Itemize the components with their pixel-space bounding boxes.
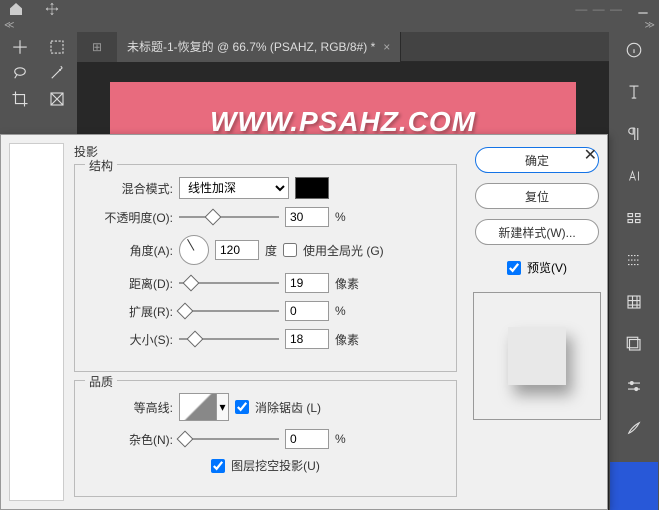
- dialog-title: 投影: [74, 143, 457, 160]
- shadow-color-swatch[interactable]: [295, 177, 329, 199]
- lasso-tool[interactable]: [2, 60, 38, 86]
- swatches-icon[interactable]: [620, 288, 648, 316]
- paragraph-icon[interactable]: [620, 120, 648, 148]
- opacity-input[interactable]: [285, 207, 329, 227]
- preview-thumbnail: [508, 327, 566, 385]
- adjustments-icon[interactable]: [620, 372, 648, 400]
- angle-unit: 度: [265, 242, 277, 259]
- color-swatch[interactable]: [610, 462, 658, 510]
- knockout-label: 图层挖空投影(U): [231, 457, 320, 474]
- angle-input[interactable]: [215, 240, 259, 260]
- antialias-label: 消除锯齿 (L): [255, 399, 321, 416]
- chevron-down-icon[interactable]: ▾: [217, 393, 229, 421]
- quality-fieldset: 品质 等高线: ▾ 消除锯齿 (L) 杂色(N): %: [74, 380, 457, 497]
- spread-label: 扩展(R):: [85, 303, 173, 320]
- ok-button[interactable]: 确定: [475, 147, 599, 173]
- tab-options-icon[interactable]: ⊞: [77, 32, 117, 62]
- angle-dial[interactable]: [179, 235, 209, 265]
- preview-label: 预览(V): [527, 259, 567, 276]
- opacity-slider[interactable]: [179, 210, 279, 224]
- layer-style-dialog: ✕ 投影 结构 混合模式: 线性加深 不透明度(O): % 角度(A: [0, 134, 608, 510]
- size-input[interactable]: [285, 329, 329, 349]
- antialias-checkbox[interactable]: [235, 400, 249, 414]
- chevron-left-icon[interactable]: ≪: [4, 20, 14, 31]
- size-slider[interactable]: [179, 332, 279, 346]
- noise-input[interactable]: [285, 429, 329, 449]
- history-icon[interactable]: [620, 246, 648, 274]
- size-label: 大小(S):: [85, 331, 173, 348]
- global-light-label: 使用全局光 (G): [303, 242, 384, 259]
- align-icon[interactable]: [620, 204, 648, 232]
- chevron-right-icon[interactable]: ≫: [645, 20, 655, 31]
- distance-slider[interactable]: [179, 276, 279, 290]
- marquee-tool[interactable]: [39, 34, 75, 60]
- spread-unit: %: [335, 304, 346, 318]
- minimize-icon[interactable]: [635, 1, 651, 17]
- distance-label: 距离(D):: [85, 275, 173, 292]
- wand-tool[interactable]: [39, 60, 75, 86]
- frame-tool[interactable]: [39, 86, 75, 112]
- move-cross-icon[interactable]: [44, 1, 60, 17]
- new-style-button[interactable]: 新建样式(W)...: [475, 219, 599, 245]
- contour-swatch[interactable]: [179, 393, 217, 421]
- quality-label: 品质: [85, 373, 117, 390]
- preview-checkbox[interactable]: [507, 261, 521, 275]
- spread-input[interactable]: [285, 301, 329, 321]
- noise-label: 杂色(N):: [85, 431, 173, 448]
- knockout-checkbox[interactable]: [211, 459, 225, 473]
- preview-box: [473, 292, 601, 420]
- app-topbar: — — —: [0, 0, 659, 18]
- opacity-unit: %: [335, 210, 346, 224]
- noise-slider[interactable]: [179, 432, 279, 446]
- distance-unit: 像素: [335, 275, 359, 292]
- structure-label: 结构: [85, 157, 117, 174]
- opacity-label: 不透明度(O):: [85, 209, 173, 226]
- info-icon[interactable]: [620, 36, 648, 64]
- right-panel: [609, 32, 659, 510]
- style-list[interactable]: [9, 143, 64, 501]
- noise-unit: %: [335, 432, 346, 446]
- spread-slider[interactable]: [179, 304, 279, 318]
- structure-fieldset: 结构 混合模式: 线性加深 不透明度(O): % 角度(A): 度: [74, 164, 457, 372]
- blend-mode-label: 混合模式:: [85, 180, 173, 197]
- brush-icon[interactable]: [620, 414, 648, 442]
- tab-title: 未标题-1-恢复的 @ 66.7% (PSAHZ, RGB/8#) *: [127, 38, 375, 55]
- move-tool[interactable]: [2, 34, 38, 60]
- global-light-checkbox[interactable]: [283, 243, 297, 257]
- text-icon[interactable]: [620, 78, 648, 106]
- reset-button[interactable]: 复位: [475, 183, 599, 209]
- crop-tool[interactable]: [2, 86, 38, 112]
- close-icon[interactable]: ✕: [584, 145, 597, 165]
- home-icon[interactable]: [8, 1, 24, 17]
- size-unit: 像素: [335, 331, 359, 348]
- document-tab[interactable]: 未标题-1-恢复的 @ 66.7% (PSAHZ, RGB/8#) * ×: [117, 32, 401, 62]
- contour-label: 等高线:: [85, 399, 173, 416]
- blend-mode-select[interactable]: 线性加深: [179, 177, 289, 199]
- distance-input[interactable]: [285, 273, 329, 293]
- glyph-icon[interactable]: [620, 162, 648, 190]
- sub-header: ≪ ≫: [0, 18, 659, 32]
- close-icon[interactable]: ×: [383, 40, 390, 54]
- menu-placeholder: — — —: [575, 2, 623, 16]
- angle-label: 角度(A):: [85, 242, 173, 259]
- layers-icon[interactable]: [620, 330, 648, 358]
